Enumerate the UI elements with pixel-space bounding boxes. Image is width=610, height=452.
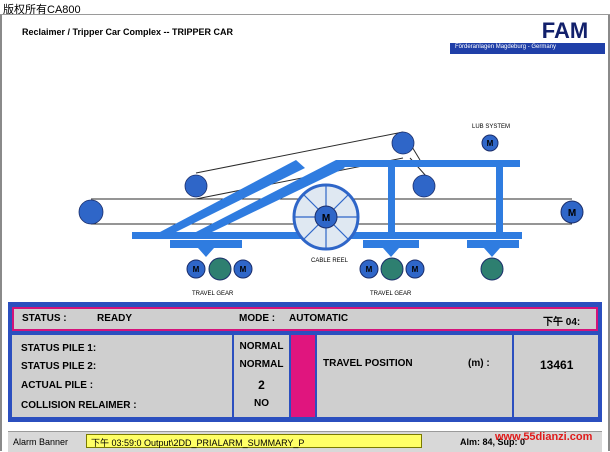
screen-title: Reclaimer / Tripper Car Complex -- TRIPP… [22,27,234,37]
fam-logo-text: FAM [542,18,588,42]
svg-text:M: M [322,213,330,224]
logo-subtitle: Förderanlagen Magdeburg - Germany [455,44,557,50]
travel-gear-left-label: TRAVEL GEAR [192,291,234,297]
actual-pile-label: ACTUAL PILE : [21,380,94,391]
collision-reclaimer-value: NO [254,398,269,409]
mode-value: AUTOMATIC [289,313,349,324]
travel-position-unit: (m) : [468,358,490,369]
pulley-top [391,131,415,155]
window-title-bar [0,0,610,14]
mode-label: MODE : [239,313,276,324]
pulley-incline-bottom [184,174,208,198]
wheel-icon [208,257,232,281]
svg-text:M: M [240,265,247,274]
status-pile-2-value: NORMAL [239,359,284,370]
travel-value-box [514,335,598,417]
cable-reel-label: CABLE REEL [311,258,349,264]
status-value: READY [97,313,133,324]
fam-logo: FAM [542,18,588,42]
svg-text:M: M [487,139,494,148]
accent-divider [291,335,315,417]
travel-position-label: TRAVEL POSITION [323,358,413,369]
actual-pile-value: 2 [258,378,265,392]
svg-text:M: M [366,265,373,274]
svg-text:M: M [412,265,419,274]
status-pile-1-value: NORMAL [239,341,284,352]
status-pile-1-label: STATUS PILE 1: [21,343,97,354]
travel-position-value: 13461 [540,358,574,372]
travel-gear-right-label: TRAVEL GEAR [370,291,412,297]
alarm-banner-label: Alarm Banner [13,437,69,447]
wheel-icon [480,257,504,281]
collision-reclaimer-label: COLLISION RELAIMER : [21,400,137,411]
time-readout: 下午 04: [543,317,581,328]
pulley-tripper [412,174,436,198]
wheel-icon [380,257,404,281]
header-divider [0,14,610,15]
travel-position-box [317,335,512,417]
cable-reel: M [292,183,360,251]
status-label: STATUS : [22,313,67,324]
pulley-tail [78,199,104,225]
svg-text:M: M [568,208,576,219]
alarm-message-text: 下午 03:59:0 Output\2DD_PRIALARM_SUMMARY_P [91,438,305,448]
svg-text:M: M [193,265,200,274]
lub-system-label: LUB SYSTEM [472,124,511,130]
tripper-car-diagram: M M M M M M M [78,131,584,281]
status-pile-2-label: STATUS PILE 2: [21,361,97,372]
site-watermark: www.55dianzi.com [495,431,593,443]
